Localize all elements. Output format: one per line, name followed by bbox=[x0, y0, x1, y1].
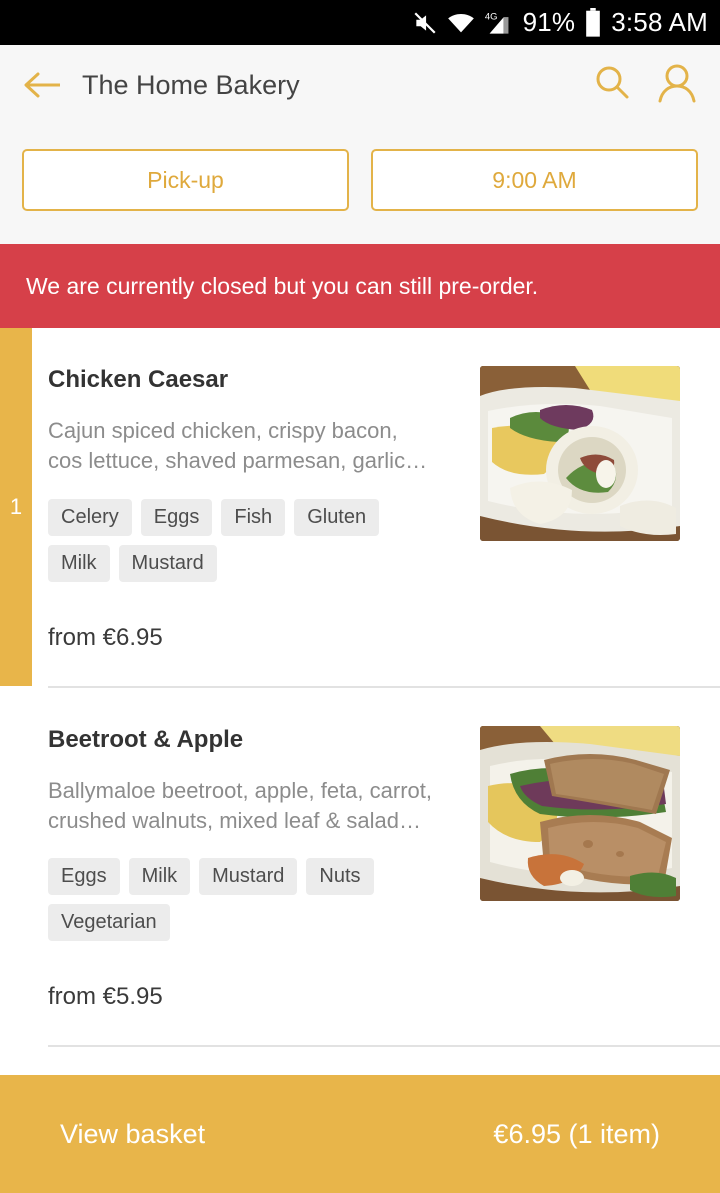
allergen-tag: Eggs bbox=[48, 858, 120, 896]
battery-icon bbox=[584, 7, 602, 38]
status-bar: 4G 91% 3:58 AM bbox=[0, 0, 720, 45]
menu-item-body: Chicken Caesar Cajun spiced chicken, cri… bbox=[48, 328, 720, 686]
allergen-tag: Fish bbox=[221, 498, 286, 536]
signal-icon: 4G bbox=[484, 10, 514, 36]
basket-total-label: €6.95 (1 item) bbox=[493, 1118, 660, 1149]
fulfilment-type-button[interactable]: Pick-up bbox=[22, 149, 349, 211]
closed-banner: We are currently closed but you can stil… bbox=[0, 244, 720, 328]
order-options-row: Pick-up 9:00 AM bbox=[0, 125, 720, 244]
mute-icon bbox=[412, 10, 438, 36]
menu-item[interactable]: 1 Chicken Caesar Cajun spiced chicken, c… bbox=[0, 328, 720, 686]
menu-item-name: Beetroot & Apple bbox=[48, 725, 244, 753]
wifi-icon bbox=[447, 11, 475, 35]
allergen-tag: Celery bbox=[48, 498, 132, 536]
allergen-tag-list: Eggs Milk Mustard Nuts Vegetarian bbox=[48, 858, 448, 942]
menu-item-main: Chicken Caesar Cajun spiced chicken, cri… bbox=[48, 366, 720, 686]
search-icon[interactable] bbox=[592, 63, 632, 108]
app-screen: 4G 91% 3:58 AM The Home Bakery Pick-up 9… bbox=[0, 0, 720, 1193]
menu-item-text: Beetroot & Apple Ballymaloe beetroot, ap… bbox=[48, 726, 480, 1046]
clock-label: 3:58 AM bbox=[611, 7, 708, 37]
menu-item-description: Cajun spiced chicken, crispy bacon, cos … bbox=[48, 418, 428, 474]
allergen-tag: Mustard bbox=[199, 858, 298, 896]
view-basket-bar[interactable]: View basket €6.95 (1 item) bbox=[0, 1075, 720, 1193]
menu-item-price: from €6.95 bbox=[48, 623, 163, 651]
menu-item-text: Chicken Caesar Cajun spiced chicken, cri… bbox=[48, 366, 480, 686]
allergen-tag: Gluten bbox=[294, 498, 380, 536]
page-title: The Home Bakery bbox=[82, 69, 300, 100]
menu-item-image bbox=[480, 366, 680, 541]
allergen-tag: Milk bbox=[48, 544, 110, 582]
menu-item-price: from €5.95 bbox=[48, 983, 163, 1011]
person-icon[interactable] bbox=[656, 63, 698, 108]
menu-list: 1 Chicken Caesar Cajun spiced chicken, c… bbox=[0, 328, 720, 1092]
menu-item-description: Ballymaloe beetroot, apple, feta, carrot… bbox=[48, 777, 432, 834]
app-header: The Home Bakery bbox=[0, 45, 720, 125]
pickup-time-button[interactable]: 9:00 AM bbox=[371, 149, 698, 211]
allergen-tag: Vegetarian bbox=[48, 904, 170, 942]
quantity-value: 1 bbox=[9, 493, 23, 519]
battery-percent-label: 91% bbox=[522, 7, 576, 37]
network-type-label: 4G bbox=[484, 11, 497, 22]
menu-item-image bbox=[480, 725, 680, 901]
back-arrow-icon[interactable] bbox=[22, 70, 64, 100]
allergen-tag: Milk bbox=[128, 858, 191, 896]
header-actions bbox=[592, 63, 698, 108]
allergen-tag: Eggs bbox=[140, 498, 213, 536]
menu-item[interactable]: Beetroot & Apple Ballymaloe beetroot, ap… bbox=[0, 688, 720, 1046]
quantity-badge: 1 bbox=[0, 328, 32, 686]
allergen-tag: Mustard bbox=[118, 544, 217, 582]
allergen-tag-list: Celery Eggs Fish Gluten Milk Mustard bbox=[48, 498, 448, 582]
view-basket-label: View basket bbox=[60, 1118, 206, 1149]
menu-item-body: Beetroot & Apple Ballymaloe beetroot, ap… bbox=[48, 688, 720, 1046]
menu-item-main: Beetroot & Apple Ballymaloe beetroot, ap… bbox=[48, 725, 720, 1046]
allergen-tag: Nuts bbox=[306, 858, 374, 896]
menu-item-name: Chicken Caesar bbox=[48, 366, 229, 393]
